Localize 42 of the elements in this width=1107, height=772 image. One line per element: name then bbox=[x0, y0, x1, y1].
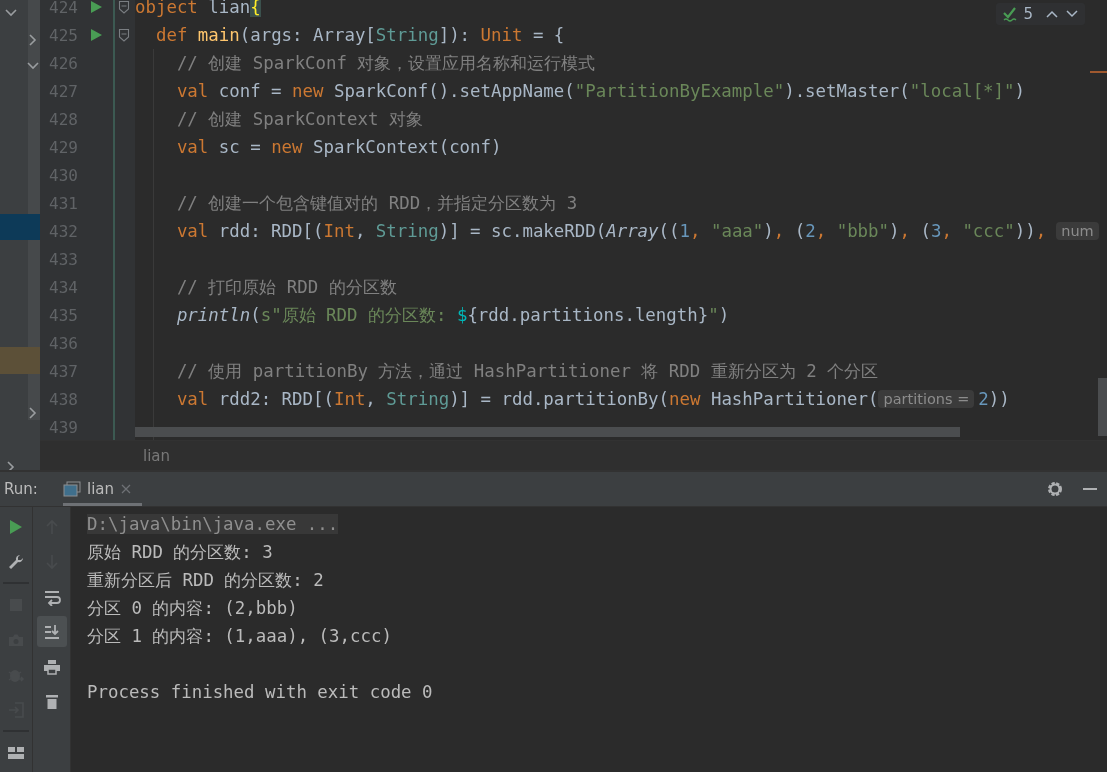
console-line: Process finished with exit code 0 bbox=[87, 682, 433, 702]
inlay-hint: partitions = bbox=[878, 390, 975, 408]
code-text: // 创建 SparkConf 对象，设置应用名称和运行模式 bbox=[176, 52, 596, 75]
printer-icon bbox=[42, 657, 61, 676]
console-line: 重新分区后 RDD 的分区数: 2 bbox=[87, 569, 324, 592]
scrollbar-thumb[interactable] bbox=[1098, 378, 1107, 436]
code-text: val sc = new SparkContext(conf) bbox=[176, 137, 502, 157]
console-line: 原始 RDD 的分区数: 3 bbox=[87, 541, 273, 564]
code-text: val rdd: RDD[(Int, String)] = sc.makeRDD(Array((1, "aaa"), (2, "bbb"), (3, "ccc")), bbox=[176, 221, 1047, 241]
breadcrumb-item[interactable]: lian bbox=[143, 446, 171, 465]
chevron-down-icon[interactable] bbox=[1065, 8, 1079, 20]
inlay-hint: num bbox=[1056, 222, 1099, 240]
close-icon[interactable] bbox=[120, 483, 133, 495]
check-icon bbox=[1002, 6, 1018, 22]
console-command: D:\java\bin\java.exe ... bbox=[87, 514, 339, 534]
console-line: 分区 0 的内容: (2,bbb) bbox=[87, 597, 298, 620]
fold-icon[interactable] bbox=[118, 0, 130, 14]
settings-icon[interactable] bbox=[1046, 480, 1064, 498]
code-text: // 打印原始 RDD 的分区数 bbox=[176, 276, 397, 299]
code-text: object lian{ bbox=[135, 0, 261, 17]
code-text: // 使用 partitionBy 方法，通过 HashPartitioner 将 RDD 重新分区为 2 个分区 bbox=[176, 360, 879, 383]
code-text: def main(args: Array[String]): Unit = { bbox=[155, 25, 565, 45]
chevron-up-icon[interactable] bbox=[1045, 8, 1059, 20]
console-line: 分区 1 的内容: (1,aaa), (3,ccc) bbox=[87, 625, 392, 648]
scroll-end-button[interactable] bbox=[36, 616, 67, 647]
code-text: println(s"原始 RDD 的分区数: ${rdd.partitions.length}") bbox=[176, 304, 730, 327]
code-text: val conf = new SparkConf().setAppName("PartitionByExample").setMaster("local[*]") bbox=[176, 81, 1025, 101]
run-tab[interactable]: lian bbox=[63, 472, 143, 506]
inspection-widget[interactable]: 5 bbox=[996, 3, 1085, 25]
code-text: // 创建 SparkContext 对象 bbox=[176, 108, 423, 131]
fold-icon[interactable] bbox=[118, 28, 130, 42]
code-text: // 创建一个包含键值对的 RDD，并指定分区数为 3 bbox=[176, 192, 578, 215]
problem-count: 5 bbox=[1023, 5, 1033, 23]
scrollbar-thumb[interactable] bbox=[135, 427, 960, 437]
window-icon bbox=[63, 481, 81, 497]
code-text: 2)) bbox=[978, 389, 1010, 409]
wrench-icon bbox=[7, 552, 25, 571]
run-icon[interactable] bbox=[89, 0, 103, 14]
run-icon[interactable] bbox=[89, 28, 103, 42]
panel-title: Run: bbox=[4, 480, 39, 498]
scroll-end-icon bbox=[42, 622, 61, 641]
code-text: val rdd2: RDD[(Int, String)] = rdd.partitionBy(new HashPartitioner( bbox=[176, 389, 879, 409]
